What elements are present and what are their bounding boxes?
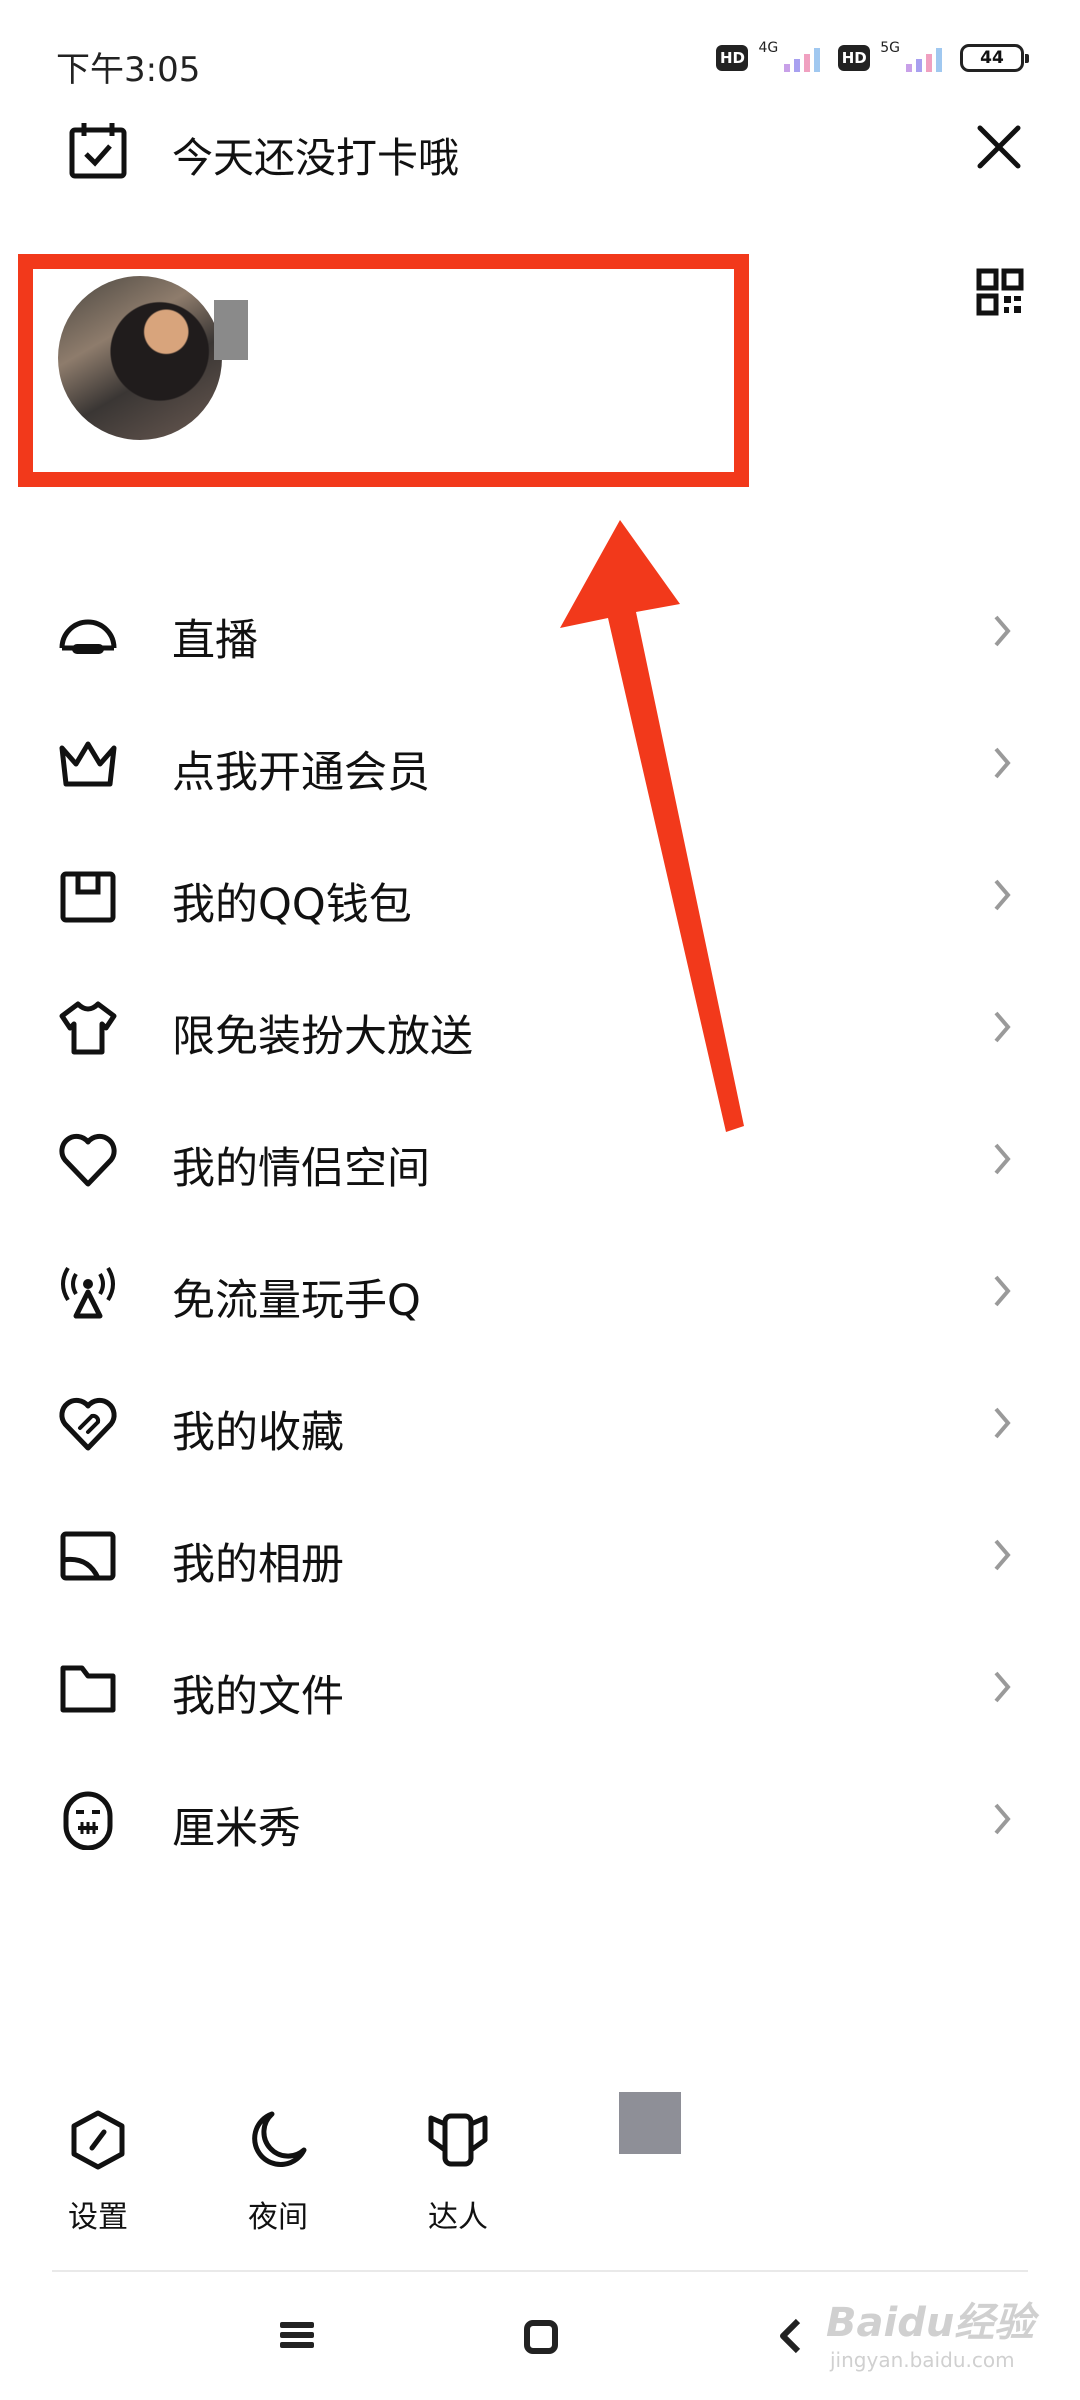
battery-icon: 44 — [960, 44, 1029, 72]
menu-item-label: 我的情侣空间 — [172, 1144, 430, 1194]
crown-icon — [59, 741, 117, 787]
chevron-right-icon — [994, 1407, 1011, 1439]
menu-item-vip[interactable]: 点我开通会员 — [0, 698, 1080, 830]
redacted-item[interactable] — [619, 2092, 681, 2154]
network-type-5g: 5G — [880, 40, 900, 56]
close-icon[interactable] — [976, 124, 1022, 170]
menu-item-label: 我的文件 — [172, 1672, 344, 1722]
favorites-icon — [59, 1397, 117, 1451]
album-icon — [60, 1531, 116, 1581]
menu-item-files[interactable]: 我的文件 — [0, 1622, 1080, 1754]
settings-button[interactable]: 设置 — [43, 2110, 153, 2236]
avatar[interactable] — [58, 276, 222, 440]
chevron-right-icon — [994, 1011, 1011, 1043]
chevron-right-icon — [994, 1671, 1011, 1703]
status-indicators: HD 4G HD 5G 44 — [716, 40, 1029, 72]
cmshow-icon — [63, 1791, 113, 1850]
menu-item-label: 厘米秀 — [172, 1804, 301, 1854]
back-icon[interactable] — [778, 2318, 802, 2354]
chevron-right-icon — [994, 1803, 1011, 1835]
menu-item-label: 直播 — [172, 616, 258, 666]
nickname-redacted[interactable] — [214, 300, 248, 360]
tshirt-icon — [59, 1001, 117, 1055]
chevron-right-icon — [994, 1275, 1011, 1307]
network-type-4g: 4G — [758, 40, 779, 56]
menu-item-label: 我的收藏 — [172, 1408, 344, 1458]
signal-icon — [906, 48, 942, 72]
live-icon — [59, 619, 117, 654]
menu-item-outfits[interactable]: 限免装扮大放送 — [0, 962, 1080, 1094]
menu-item-favorites[interactable]: 我的收藏 — [0, 1358, 1080, 1490]
watermark-url: jingyan.baidu.com — [830, 2348, 1015, 2372]
menu-item-couple-space[interactable]: 我的情侣空间 — [0, 1094, 1080, 1226]
expert-label: 达人 — [428, 2200, 488, 2235]
divider — [52, 2270, 1028, 2272]
hd-badge: HD — [838, 45, 871, 71]
chevron-right-icon — [994, 879, 1011, 911]
settings-label: 设置 — [68, 2200, 128, 2235]
chevron-right-icon — [994, 615, 1011, 647]
menu-item-album[interactable]: 我的相册 — [0, 1490, 1080, 1622]
settings-icon — [71, 2110, 125, 2170]
chevron-right-icon — [994, 1539, 1011, 1571]
expert-button[interactable]: 达人 — [403, 2110, 513, 2236]
night-mode-button[interactable]: 夜间 — [223, 2110, 333, 2236]
heart-icon — [59, 1133, 117, 1187]
night-mode-label: 夜间 — [248, 2200, 308, 2235]
menu-item-label: 我的QQ钱包 — [172, 880, 412, 930]
chevron-right-icon — [994, 1143, 1011, 1175]
menu-item-label: 我的相册 — [172, 1540, 344, 1590]
folder-icon — [60, 1665, 116, 1713]
menu-item-wallet[interactable]: 我的QQ钱包 — [0, 830, 1080, 962]
qr-code-icon[interactable] — [976, 268, 1024, 316]
menu-item-label: 免流量玩手Q — [172, 1276, 421, 1326]
menu-item-label: 限免装扮大放送 — [172, 1012, 473, 1062]
menu-item-live[interactable]: 直播 — [0, 566, 1080, 698]
signal-icon — [784, 48, 821, 72]
recent-apps-icon[interactable] — [280, 2320, 314, 2350]
menu-item-free-data[interactable]: 免流量玩手Q — [0, 1226, 1080, 1358]
wallet-icon — [60, 871, 116, 923]
chevron-right-icon — [994, 747, 1011, 779]
watermark: Baidu经验 — [826, 2300, 1035, 2346]
menu-item-label: 点我开通会员 — [172, 748, 430, 798]
menu-item-cmshow[interactable]: 厘米秀 — [0, 1754, 1080, 1886]
checkin-prompt[interactable]: 今天还没打卡哦 — [172, 124, 459, 184]
home-icon[interactable] — [524, 2320, 558, 2354]
expert-icon — [428, 2113, 488, 2167]
hd-badge: HD — [716, 45, 749, 71]
moon-icon — [252, 2111, 307, 2167]
antenna-icon — [61, 1266, 115, 1319]
calendar-check-icon[interactable] — [66, 120, 130, 180]
status-time: 下午3:05 — [56, 50, 201, 90]
